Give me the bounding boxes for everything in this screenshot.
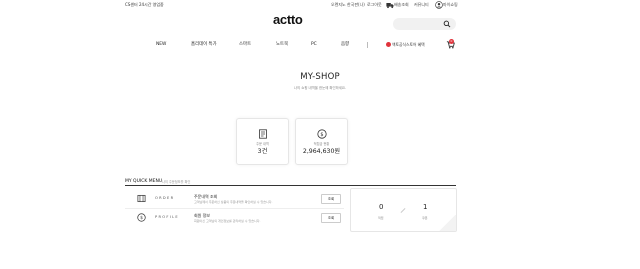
profile-row-desc: 회원이신 고객님의 개인정보를 관리하실 수 있습니다. bbox=[194, 219, 261, 223]
order-summary-value: 3건 bbox=[257, 148, 268, 155]
user-circle-icon bbox=[435, 1, 443, 9]
order-summary-label: 주문 내역 bbox=[256, 142, 269, 146]
quick-menu-divider bbox=[125, 185, 456, 186]
order-summary-card[interactable]: 주문 내역 3건 bbox=[236, 118, 289, 165]
coupon-count-label: 쿠폰 bbox=[422, 216, 428, 220]
nav-audio[interactable]: 음향 bbox=[341, 42, 349, 47]
svg-text:$: $ bbox=[140, 215, 143, 221]
nav-smart[interactable]: 스마트 bbox=[239, 42, 251, 47]
nav-divider bbox=[367, 42, 368, 48]
coin-icon: $ bbox=[316, 129, 327, 139]
stats-box: 0 적립 1 쿠폰 bbox=[350, 188, 457, 232]
search-icon[interactable] bbox=[443, 20, 451, 28]
stats-corner-decoration bbox=[438, 215, 456, 231]
mypage-link[interactable]: 마이쇼핑 bbox=[443, 3, 458, 7]
nav-promo-link[interactable]: 액토공식스토어 혜택 bbox=[392, 43, 425, 47]
points-summary-card[interactable]: $ 적립금 현황 2,964,630원 bbox=[295, 118, 348, 165]
points-summary-value: 2,964,630원 bbox=[302, 148, 341, 155]
nav-pc[interactable]: PC bbox=[311, 42, 317, 47]
logout-link[interactable]: 로그아웃 bbox=[367, 3, 382, 7]
profile-row-title[interactable]: 회원 정보 bbox=[194, 214, 210, 218]
cs-hours-text: CS센터 24시간 영업중 bbox=[125, 2, 164, 7]
nav-laptop[interactable]: 노트북 bbox=[276, 42, 288, 47]
order-row-label: ORDER bbox=[155, 196, 175, 200]
quick-menu-note: 나의 주문정보를 확인 bbox=[162, 180, 191, 184]
points-count[interactable]: 0 bbox=[379, 204, 383, 211]
page-subtitle: 나의 쇼핑 내역을 한눈에 확인하세요. bbox=[293, 86, 347, 90]
nav-new[interactable]: NEW bbox=[156, 42, 166, 47]
profile-row-label: PROFILE bbox=[155, 215, 179, 219]
cart-count-badge: 0 bbox=[449, 39, 454, 44]
quick-menu-title: MY QUICK MENU bbox=[125, 179, 163, 184]
svg-text:$: $ bbox=[320, 132, 323, 138]
box-icon bbox=[137, 194, 146, 203]
search-input[interactable] bbox=[393, 18, 456, 30]
receipt-icon bbox=[258, 129, 267, 139]
page-title: MY-SHOP bbox=[300, 72, 340, 82]
coupon-count[interactable]: 1 bbox=[423, 204, 427, 211]
points-count-label: 적립 bbox=[378, 216, 384, 220]
truck-icon bbox=[386, 3, 394, 9]
coin-icon: $ bbox=[137, 213, 146, 222]
order-row-title[interactable]: 주문내역 조회 bbox=[194, 195, 217, 199]
profile-view-button[interactable]: 조회 bbox=[321, 213, 341, 223]
site-logo[interactable]: actto bbox=[273, 13, 303, 26]
quick-menu-row-divider bbox=[125, 208, 344, 209]
order-row-desc: 고객님께서 주문하신 상품의 주문내역을 확인하실 수 있습니다. bbox=[194, 200, 273, 204]
promo-badge-icon bbox=[386, 42, 391, 47]
stats-separator bbox=[400, 208, 406, 213]
nav-holiday-sale[interactable]: 홈리데이 특가 bbox=[191, 42, 217, 47]
points-summary-label: 적립금 현황 bbox=[313, 142, 330, 146]
user-name-link[interactable]: 오렌지노 한국판(나) bbox=[331, 3, 365, 7]
shipping-link[interactable]: 배송조회 bbox=[394, 3, 409, 7]
order-view-button[interactable]: 조회 bbox=[321, 194, 341, 204]
community-link[interactable]: 커뮤니티 bbox=[414, 3, 429, 7]
